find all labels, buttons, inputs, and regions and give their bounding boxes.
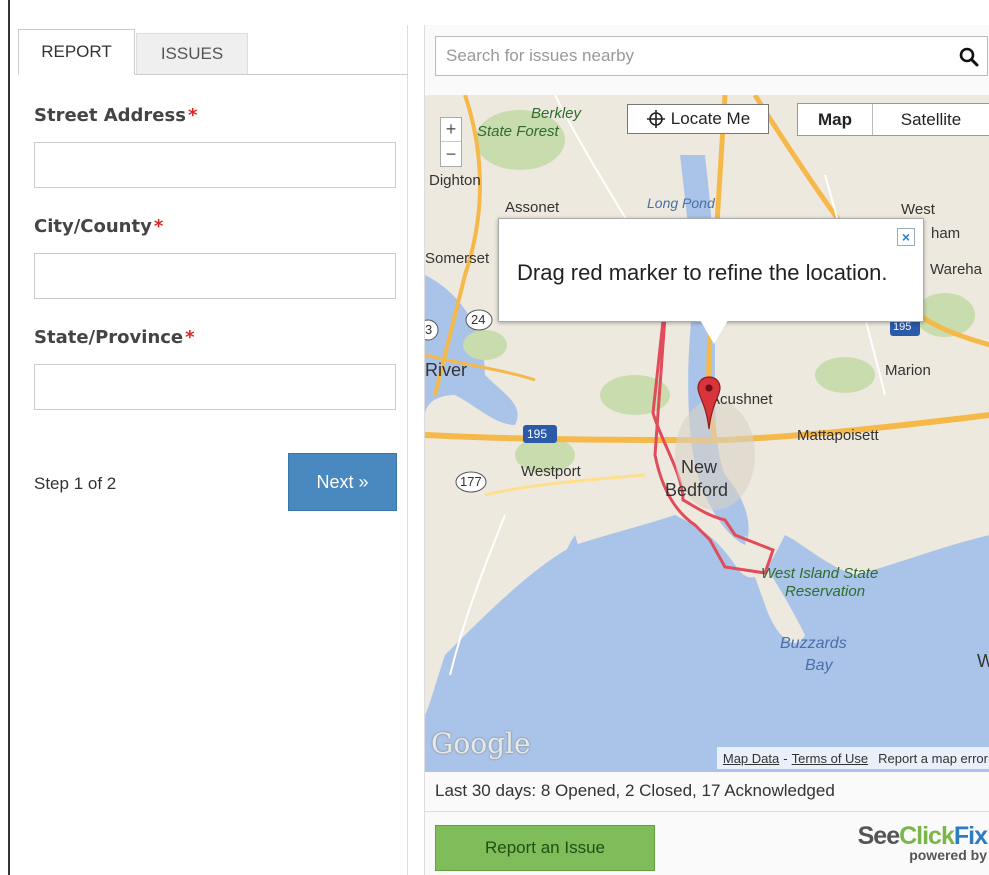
locate-me-button[interactable]: Locate Me	[627, 104, 769, 134]
brand-wordmark: SeeClickFix	[857, 822, 988, 850]
tab-issues[interactable]: ISSUES	[136, 33, 248, 74]
google-logo: Google	[431, 727, 531, 760]
place-mattapoisett: Mattapoisett	[797, 427, 879, 444]
place-wareha: Wareha	[930, 261, 982, 278]
place-reservation: Reservation	[785, 583, 866, 600]
city-county-label-text: City/County	[34, 216, 152, 237]
location-marker-icon[interactable]	[696, 375, 722, 431]
popup-message: Drag red marker to refine the location.	[517, 260, 888, 285]
popup-close-icon[interactable]: ×	[897, 228, 915, 246]
map-data-link[interactable]: Map Data	[723, 751, 779, 766]
street-address-label: Street Address *	[34, 105, 197, 126]
brand-fix: Fix	[953, 822, 988, 850]
attribution-separator: -	[783, 750, 788, 766]
city-county-label: City/County *	[34, 216, 163, 237]
state-province-label-text: State/Province	[34, 327, 184, 348]
street-address-label-text: Street Address	[34, 105, 186, 126]
required-marker: *	[187, 105, 198, 126]
place-somerset: Somerset	[425, 250, 490, 267]
search-bar	[435, 36, 988, 76]
place-berkley: Berkley	[531, 105, 582, 122]
street-address-input[interactable]	[34, 142, 396, 188]
place-west: West	[901, 201, 935, 218]
report-panel: REPORT ISSUES Street Address * City/Count…	[18, 25, 408, 875]
place-wareham-part: ham	[931, 225, 961, 242]
brand-see: See	[857, 822, 900, 850]
place-bedford: Bedford	[665, 480, 729, 500]
popup-pointer	[700, 320, 728, 344]
step-indicator: Step 1 of 2	[34, 474, 117, 493]
route-24-label: 24	[471, 312, 486, 327]
issue-stats: Last 30 days: 8 Opened, 2 Closed, 17 Ack…	[435, 781, 835, 800]
map-type-toggle: Map Satellite	[797, 103, 989, 136]
stats-divider	[425, 811, 989, 812]
zoom-control: + −	[440, 117, 462, 167]
place-new: New	[681, 457, 718, 477]
search-icon[interactable]	[957, 45, 981, 69]
place-bay: Bay	[805, 657, 833, 674]
place-buzzards: Buzzards	[780, 635, 847, 652]
map-type-satellite-button[interactable]: Satellite	[873, 104, 989, 135]
i195-shield-east-label: 195	[893, 321, 912, 333]
map-panel: 195 195 24 177 3 Berkley State Forest Di…	[424, 25, 989, 875]
locate-me-label: Locate Me	[670, 109, 751, 128]
zoom-out-button[interactable]: −	[441, 142, 461, 166]
info-popup: × Drag red marker to refine the location…	[498, 218, 924, 322]
i195-shield-west-label: 195	[527, 427, 548, 441]
place-marion: Marion	[885, 362, 931, 379]
seeclickfix-logo[interactable]: SeeClickFix powered by	[857, 822, 988, 863]
terms-of-use-link[interactable]: Terms of Use	[792, 751, 869, 766]
place-dighton: Dighton	[429, 172, 481, 189]
place-river: River	[425, 360, 468, 380]
place-w-edge: W	[977, 651, 989, 671]
search-input[interactable]	[436, 37, 946, 75]
map-attribution: Map Data - Terms of Use Report a map err…	[716, 747, 989, 769]
state-province-label: State/Province *	[34, 327, 195, 348]
zoom-in-button[interactable]: +	[441, 118, 461, 142]
page-left-rule	[8, 0, 10, 875]
place-berkley-forest: State Forest	[477, 123, 559, 140]
crosshair-icon	[646, 110, 665, 128]
route-177-label: 177	[460, 474, 482, 489]
state-province-input[interactable]	[34, 364, 396, 410]
report-map-error-link[interactable]: Report a map error	[878, 751, 988, 766]
map-view[interactable]: 195 195 24 177 3 Berkley State Forest Di…	[425, 95, 989, 772]
map-type-map-button[interactable]: Map	[798, 104, 873, 135]
place-west-island: West Island State	[761, 565, 879, 582]
brand-click: Click	[899, 822, 955, 850]
required-marker: *	[153, 216, 164, 237]
place-long-pond: Long Pond	[647, 195, 715, 211]
city-county-input[interactable]	[34, 253, 396, 299]
next-button[interactable]: Next »	[288, 453, 397, 511]
report-issue-button[interactable]: Report an Issue	[435, 825, 655, 871]
tab-report[interactable]: REPORT	[18, 29, 135, 75]
route-3-label: 3	[425, 322, 433, 337]
place-assonet: Assonet	[505, 199, 560, 216]
tab-bar: REPORT ISSUES	[18, 25, 408, 75]
place-westport: Westport	[521, 463, 581, 480]
required-marker: *	[185, 327, 195, 348]
brand-powered-by: powered by	[909, 847, 987, 863]
